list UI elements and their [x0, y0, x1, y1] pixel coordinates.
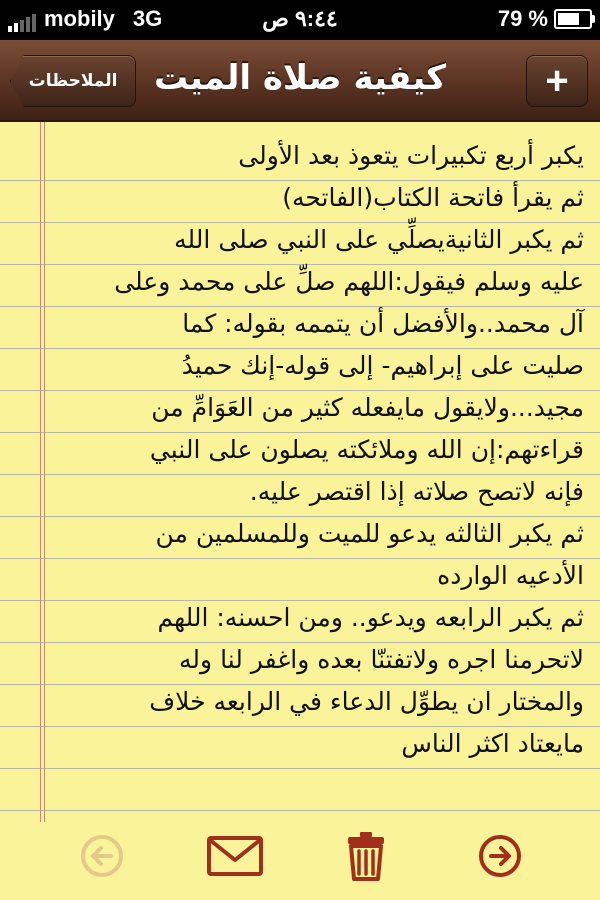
forward-arrow-icon [479, 835, 521, 877]
note-line: والمختار ان يطوِّل الدعاء في الرابعه خلا… [149, 687, 584, 716]
note-line: فإنه لاتصح صلاته إذا اقتصر عليه. [249, 477, 584, 506]
page-title: كيفية صلاة الميت [153, 58, 447, 98]
note-line: لاتحرمنا اجره ولاتفتنّا بعده واغفر لنا و… [179, 645, 584, 674]
email-note-button[interactable] [204, 828, 266, 884]
delete-note-button[interactable] [338, 828, 394, 884]
note-line: ثم يكبر الرابعه ويدعو.. ومن احسنه: اللهم [157, 603, 584, 632]
note-body[interactable]: يكبر أربع تكبيرات يتعوذ بعد الأولى ثم يقر… [58, 135, 584, 765]
notes-back-button[interactable]: الملاحظات [10, 55, 136, 107]
note-line: آل محمد..والأفضل أن يتممه بقوله: كما [182, 309, 584, 338]
note-line: قراءتهم:إن الله وملائكته يصلون على النبي [149, 435, 584, 464]
back-arrow-icon [81, 835, 123, 877]
battery-status: 79 % [497, 6, 595, 32]
margin-line [44, 122, 45, 822]
battery-icon [554, 9, 595, 29]
carrier-info: mobily 3G [8, 6, 162, 32]
note-line: ثم يقرأ فاتحة الكتاب(الفاتحه) [282, 183, 584, 212]
note-line: ثم يكبر الثانيةيصلِّي على النبي صلى الله [174, 225, 584, 254]
note-line: عليه وسلم فيقول:اللهم صلِّ على محمد وعلى [114, 267, 584, 296]
note-line: مايعتاد اكثر الناس [401, 729, 584, 758]
status-bar: mobily 3G ٩:٤٤ ص 79 % [0, 0, 600, 40]
signal-icon [8, 10, 36, 32]
note-line: ثم يكبر الثالثه يدعو للميت وللمسلمين من [155, 519, 584, 548]
nav-bar: الملاحظات كيفية صلاة الميت + [0, 40, 600, 122]
add-note-button[interactable]: + [526, 55, 588, 107]
note-line: مجيد...ولايقول مايفعله كثير من العَوَامِ… [151, 393, 584, 422]
note-line: يكبر أربع تكبيرات يتعوذ بعد الأولى [238, 141, 584, 170]
margin-line [40, 122, 41, 822]
previous-note-button[interactable] [74, 828, 130, 884]
trash-icon [348, 832, 384, 881]
network-type: 3G [132, 6, 163, 31]
note-line: صليت على إبراهيم- إلى قوله-إنك حميدُ [181, 351, 584, 380]
battery-percent: 79 % [497, 6, 548, 31]
note-line: الأدعيه الوارده [437, 561, 584, 590]
carrier-name: mobily [44, 6, 115, 31]
next-note-button[interactable] [472, 828, 528, 884]
bottom-toolbar [0, 822, 600, 900]
mail-icon [207, 836, 263, 876]
status-time: ٩:٤٤ ص [262, 6, 338, 31]
